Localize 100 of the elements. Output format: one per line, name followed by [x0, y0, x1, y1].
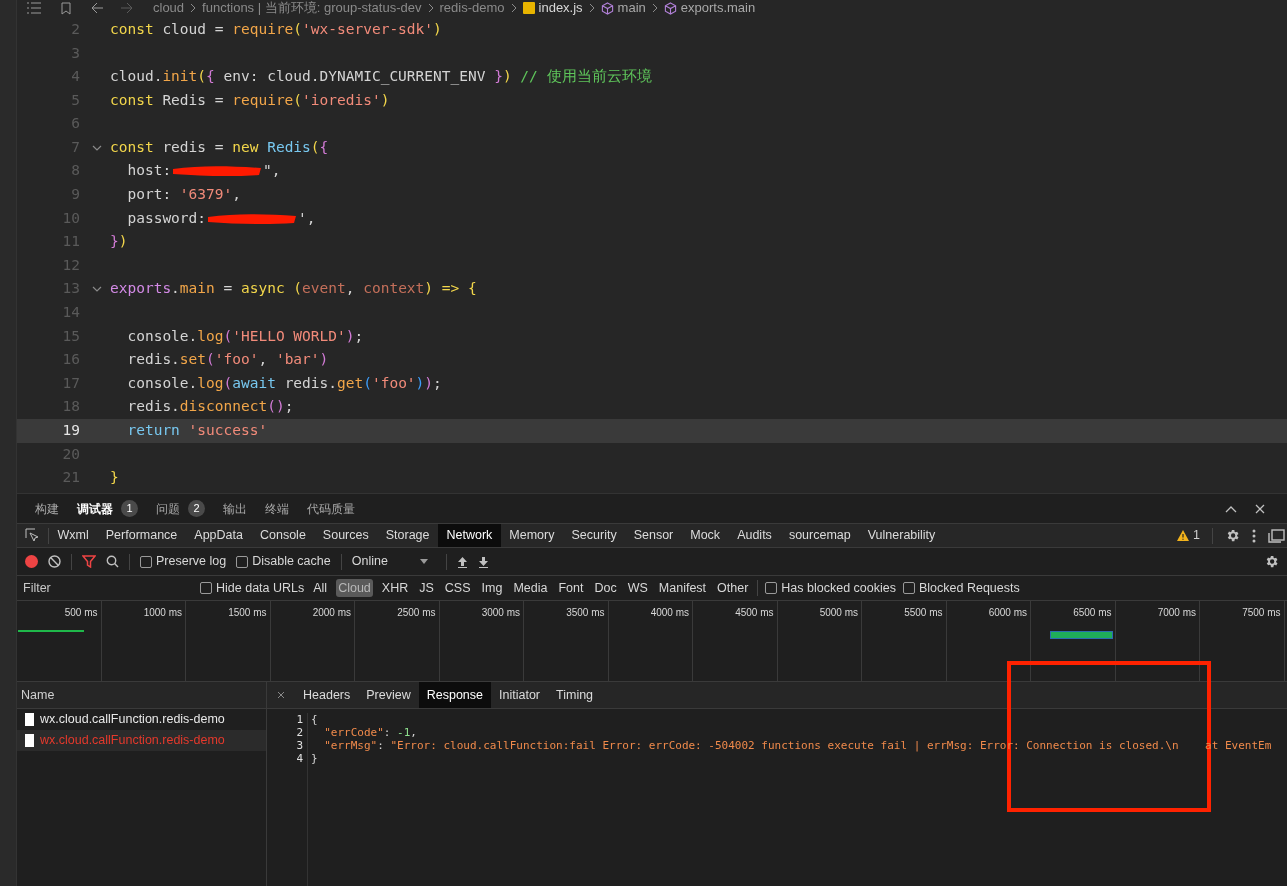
count-badge: 1 — [121, 500, 138, 517]
type-filter[interactable]: All — [311, 578, 330, 598]
download-icon[interactable] — [477, 555, 489, 568]
checkbox[interactable] — [236, 555, 249, 568]
checkbox[interactable] — [140, 555, 152, 568]
back-arrow-icon[interactable] — [91, 2, 104, 14]
panel-tab[interactable]: 调试器 1 — [77, 494, 138, 523]
code-text: port: '6379', — [126, 185, 241, 205]
more-icon[interactable] — [1252, 528, 1256, 543]
line-number: 1 — [296, 713, 303, 726]
breadcrumb-item[interactable]: cloud — [153, 0, 185, 18]
column-header[interactable]: Name — [21, 685, 55, 705]
checkbox[interactable] — [765, 582, 778, 594]
devtools-tab[interactable]: AppData — [185, 524, 252, 547]
devtools-tab[interactable]: Vulnerability — [859, 524, 944, 547]
request-row[interactable]: wx.cloud.callFunction.redis-demo — [17, 709, 266, 730]
filter-field[interactable]: Filter — [23, 578, 193, 598]
checkbox-label: Preserve log — [156, 553, 227, 571]
filter-icon[interactable] — [82, 555, 96, 568]
devtools-tab[interactable]: Wxml — [49, 524, 98, 547]
devtools-tab[interactable]: Network — [438, 524, 501, 547]
warning-count[interactable]: 1 — [1193, 526, 1200, 545]
tick-label: 3000 ms — [481, 606, 520, 618]
type-filter[interactable]: Img — [479, 578, 505, 598]
breadcrumb-item[interactable]: index.js — [538, 0, 583, 18]
tick-label: 6500 ms — [1073, 606, 1112, 618]
code-text: const Redis = require('ioredis') — [110, 90, 390, 110]
chevron-down-icon[interactable] — [92, 144, 102, 151]
request-name: wx.cloud.callFunction.redis-demo — [40, 711, 225, 729]
checkbox-label: Hide data URLs — [216, 579, 305, 597]
count-badge: 2 — [188, 500, 205, 517]
tick-label: 4500 ms — [735, 606, 774, 618]
type-filter[interactable]: Other — [715, 578, 751, 598]
tick-label: 6000 ms — [988, 606, 1027, 618]
type-filter[interactable]: Manifest — [656, 578, 709, 598]
checkbox[interactable] — [200, 582, 212, 594]
tick-label: 4000 ms — [650, 606, 689, 618]
checkbox[interactable] — [903, 582, 915, 594]
close-icon[interactable] — [1255, 503, 1265, 514]
detail-tab[interactable]: Preview — [358, 682, 419, 708]
devtools-tab[interactable]: Console — [251, 524, 315, 547]
devtools-tab[interactable]: Sources — [314, 524, 378, 547]
panel-tab[interactable]: 构建 — [35, 494, 59, 523]
document-icon — [25, 734, 34, 747]
devtools-tab[interactable]: sourcemap — [780, 524, 860, 547]
code-text: console.log('HELLO WORLD'); — [126, 326, 364, 346]
list-icon[interactable] — [27, 2, 41, 14]
cube-icon — [663, 1, 677, 15]
type-filter[interactable]: Font — [556, 578, 586, 598]
chevron-right-icon — [510, 3, 517, 13]
breadcrumb-item[interactable]: exports.main — [680, 0, 756, 18]
timeline-bar — [1050, 631, 1113, 639]
tick-label: 500 ms — [64, 606, 98, 618]
settings-icon[interactable] — [1264, 554, 1279, 569]
chevron-right-icon — [588, 3, 595, 13]
devtools-tab[interactable]: Security — [563, 524, 626, 547]
record-button[interactable] — [25, 555, 38, 568]
breadcrumb-item[interactable]: main — [617, 0, 646, 18]
type-filter[interactable]: JS — [417, 578, 436, 598]
type-filter[interactable]: Cloud — [336, 578, 373, 598]
code-text: } — [311, 752, 319, 765]
chevron-down-icon[interactable] — [92, 286, 102, 293]
devtools-tab[interactable]: Performance — [97, 524, 186, 547]
detail-tab[interactable]: Timing — [548, 682, 602, 708]
code-text: redis.disconnect(); — [126, 397, 294, 417]
detail-tab[interactable]: Initiator — [491, 682, 548, 708]
type-filter[interactable]: WS — [625, 578, 650, 598]
code-text: const cloud = require('wx-server-sdk') — [110, 19, 442, 39]
search-icon[interactable] — [106, 555, 119, 568]
bookmark-icon[interactable] — [61, 1, 71, 15]
devtools-tab[interactable]: Sensor — [625, 524, 682, 547]
tick-label: 1500 ms — [228, 606, 267, 618]
type-filter[interactable]: XHR — [379, 578, 411, 598]
devtools-tab[interactable]: Storage — [377, 524, 438, 547]
breadcrumb-item[interactable]: redis-demo — [439, 0, 505, 18]
panel-tab[interactable]: 代码质量 — [307, 494, 355, 523]
settings-icon[interactable] — [1225, 528, 1240, 543]
devtools-tab[interactable]: Memory — [500, 524, 563, 547]
type-filter[interactable]: Doc — [592, 578, 619, 598]
devtools-tab[interactable]: Audits — [728, 524, 781, 547]
upload-icon[interactable] — [456, 555, 468, 568]
code-text: ", — [263, 161, 281, 181]
code-text: host: — [126, 161, 172, 181]
panel-tab[interactable]: 问题 2 — [156, 494, 205, 523]
type-filter[interactable]: Media — [511, 578, 550, 598]
detail-tab[interactable]: Response — [418, 682, 491, 708]
panel-tab[interactable]: 终端 — [265, 494, 289, 523]
line-number: 2 — [296, 726, 303, 739]
document-icon — [25, 713, 34, 726]
dock-icon[interactable] — [1268, 528, 1285, 543]
panel-tab[interactable]: 输出 — [223, 494, 247, 523]
breadcrumb-item[interactable]: functions | 当前环境: group-status-dev — [202, 0, 422, 18]
type-filter[interactable]: CSS — [442, 578, 473, 598]
throttling-select[interactable]: Online — [351, 552, 428, 571]
devtools-tab[interactable]: Mock — [681, 524, 729, 547]
chevron-up-icon[interactable] — [1225, 504, 1237, 513]
clear-icon[interactable] — [48, 555, 61, 568]
close-icon[interactable] — [277, 691, 285, 699]
detail-tab[interactable]: Headers — [295, 682, 359, 708]
inspect-icon[interactable] — [25, 528, 40, 543]
